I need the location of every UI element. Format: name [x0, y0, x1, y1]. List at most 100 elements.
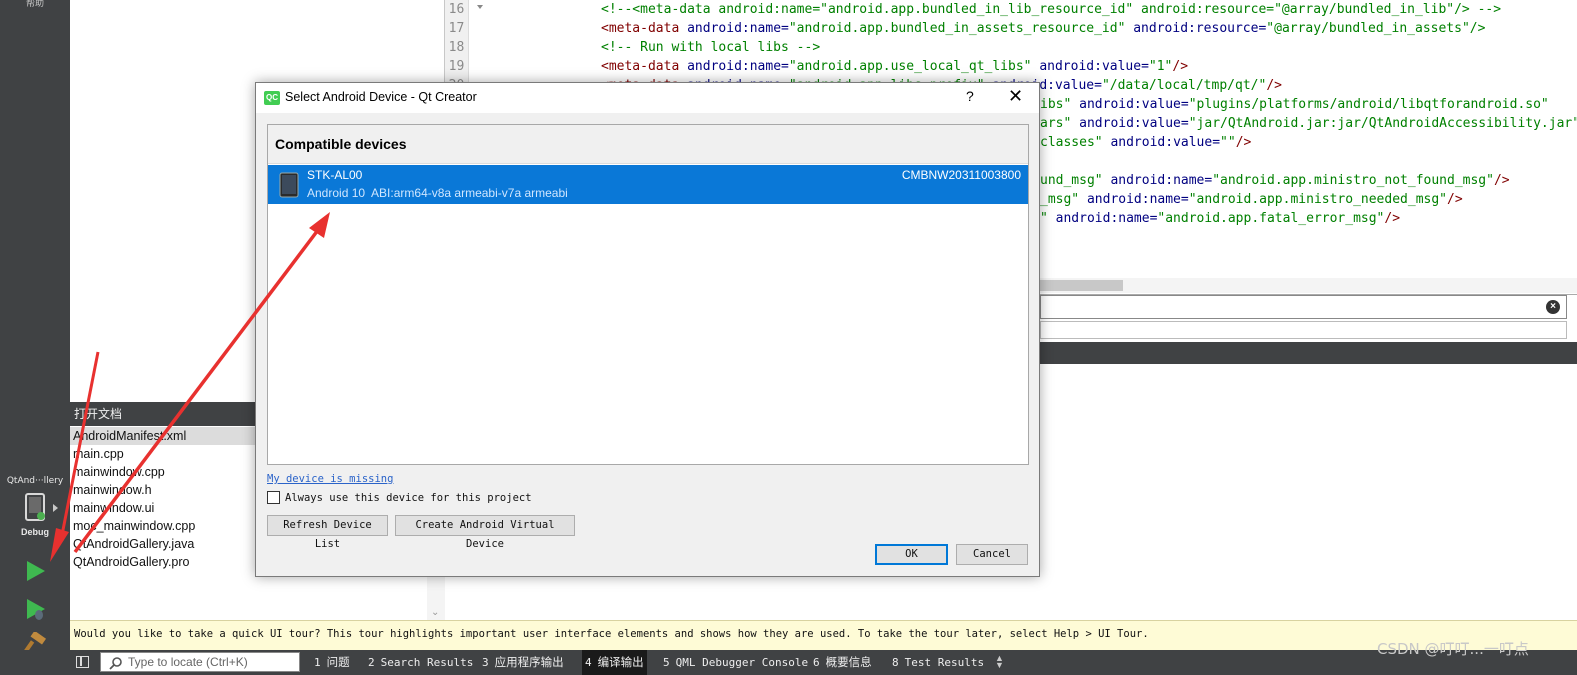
- select-android-device-dialog: QC Select Android Device - Qt Creator ? …: [255, 82, 1040, 577]
- code-token: android:name=: [679, 59, 789, 74]
- output-tabs-scroll-icon[interactable]: ▲ ▼: [995, 654, 1004, 670]
- code-line[interactable]: ars" android:value="jar/QtAndroid.jar:ja…: [1040, 114, 1577, 133]
- device-info: Android 10 ABI:arm64-v8a armeabi-v7a arm…: [307, 186, 568, 200]
- close-icon[interactable]: ✕: [1008, 86, 1023, 106]
- output-tab-number: 4: [585, 656, 592, 669]
- output-tab-number: 5: [663, 656, 670, 669]
- code-token: ibs": [1040, 97, 1072, 112]
- output-tab[interactable]: 3 应用程序输出: [479, 650, 567, 675]
- toggle-sidebar-icon[interactable]: [76, 656, 89, 668]
- compatible-devices-label: Compatible devices: [275, 136, 407, 152]
- build-mode-label: Debug: [21, 527, 49, 537]
- code-token: />: [1384, 211, 1401, 226]
- output-tab-number: 1: [314, 656, 321, 669]
- search-input-row[interactable]: ×: [1040, 295, 1567, 319]
- mode-selector-bar: 帮助 QtAnd···llery Debug: [0, 0, 70, 656]
- code-token: "@array/bundled_in_assets"/>: [1266, 21, 1486, 36]
- code-token: android:name=: [1079, 192, 1189, 207]
- output-pane-toolbar: [1040, 342, 1577, 364]
- ok-button[interactable]: OK: [875, 544, 948, 565]
- open-document-item[interactable]: QtAndroidGallery.java: [70, 535, 255, 553]
- device-serial: CMBNW20311003800: [901, 168, 1021, 182]
- dialog-title-bar[interactable]: QC Select Android Device - Qt Creator ? …: [256, 83, 1039, 113]
- code-token: "/data/local/tmp/qt/": [1101, 78, 1267, 93]
- android-device-icon[interactable]: [25, 493, 45, 521]
- output-tab-label: QML Debugger Console: [675, 656, 809, 669]
- code-token: ": [1040, 211, 1048, 226]
- device-missing-link[interactable]: My device is missing: [267, 473, 393, 485]
- output-tab-label: 编译输出: [597, 657, 644, 669]
- open-document-item[interactable]: moc_mainwindow.cpp: [70, 517, 255, 535]
- refresh-device-list-button[interactable]: Refresh Device List: [267, 515, 388, 550]
- open-document-item[interactable]: mainwindow.h: [70, 481, 255, 499]
- open-document-item[interactable]: mainwindow.cpp: [70, 463, 255, 481]
- code-line[interactable]: ibs" android:value="plugins/platforms/an…: [1040, 95, 1549, 114]
- code-line[interactable]: <!--<meta-data android:name="android.app…: [601, 0, 1501, 19]
- output-tab[interactable]: 8 Test Results: [889, 650, 987, 675]
- code-token: "android.app.use_local_qt_libs": [788, 59, 1032, 74]
- code-token: "plugins/platforms/android/libqtforandro…: [1188, 97, 1549, 112]
- open-document-item[interactable]: mainwindow.ui: [70, 499, 255, 517]
- line-number: 16: [448, 2, 465, 17]
- code-line[interactable]: <meta-data android:name="android.app.bun…: [601, 19, 1485, 38]
- output-tab-label: 问题: [326, 657, 350, 669]
- locator-input[interactable]: [128, 654, 296, 670]
- line-number: 19: [448, 59, 465, 74]
- output-tab[interactable]: 5 QML Debugger Console: [660, 650, 811, 675]
- compatible-devices-list: Compatible devices STK-AL00 CMBNW2031100…: [267, 124, 1029, 465]
- code-line[interactable]: " android:name="android.app.fatal_error_…: [1040, 209, 1400, 228]
- code-line[interactable]: <!-- Run with local libs -->: [601, 38, 820, 57]
- output-tab-number: 8: [892, 656, 899, 669]
- help-icon[interactable]: ?: [966, 88, 974, 104]
- code-line[interactable]: classes" android:value=""/>: [1040, 133, 1251, 152]
- search-icon: [109, 657, 122, 670]
- open-document-item[interactable]: QtAndroidGallery.pro: [70, 553, 255, 571]
- code-token: android:name=: [1102, 173, 1213, 188]
- code-token: "android.app.bundled_in_assets_resource_…: [788, 21, 1126, 36]
- mode-help-label[interactable]: 帮助: [0, 0, 70, 9]
- create-avd-button[interactable]: Create Android Virtual Device: [395, 515, 575, 550]
- ui-tour-info-bar: Would you like to take a quick UI tour? …: [70, 620, 1577, 650]
- search-results-row[interactable]: [1040, 321, 1567, 339]
- code-token: _msg": [1040, 192, 1080, 207]
- locator[interactable]: [100, 652, 300, 672]
- code-token: <meta-data: [601, 21, 680, 36]
- kit-selector-name[interactable]: QtAnd···llery: [0, 476, 70, 486]
- code-token: />: [1447, 192, 1463, 207]
- code-token: "1": [1148, 59, 1173, 74]
- output-tab[interactable]: 4 编译输出: [582, 650, 647, 675]
- output-tab-label: 概要信息: [825, 657, 872, 669]
- fold-marker-icon[interactable]: [477, 5, 483, 9]
- output-tab[interactable]: 6 概要信息: [810, 650, 875, 675]
- always-use-device-label: Always use this device for this project: [285, 492, 532, 504]
- run-button[interactable]: [22, 558, 48, 584]
- output-tab-number: 3: [482, 656, 489, 669]
- code-token: <!-- Run with local libs -->: [601, 40, 821, 55]
- device-name: STK-AL00: [307, 168, 363, 182]
- bug-icon: [35, 610, 43, 620]
- kit-expand-arrow-icon[interactable]: [53, 504, 58, 512]
- cancel-button[interactable]: Cancel: [956, 544, 1028, 565]
- device-item-stk-al00[interactable]: STK-AL00 CMBNW20311003800 Android 10 ABI…: [268, 165, 1028, 204]
- watermark: CSDN @叮叮...一叮点: [1377, 640, 1529, 658]
- code-token: classes": [1040, 135, 1103, 150]
- code-token: android:value=: [1071, 116, 1189, 131]
- code-token: />: [1266, 78, 1282, 93]
- clear-search-icon[interactable]: ×: [1546, 300, 1560, 314]
- code-token: android:value=: [1031, 59, 1149, 74]
- code-line[interactable]: _msg" android:name="android.app.ministro…: [1040, 190, 1463, 209]
- code-line[interactable]: <meta-data android:name="android.app.use…: [601, 57, 1188, 76]
- search-panel: ×: [1040, 294, 1577, 342]
- open-document-item[interactable]: main.cpp: [70, 445, 255, 463]
- output-tab[interactable]: 2 Search Results: [365, 650, 476, 675]
- output-tab[interactable]: 1 问题: [311, 650, 353, 675]
- open-document-item[interactable]: AndroidManifest.xml: [70, 427, 255, 445]
- scroll-down-chevron-icon[interactable]: ⌄: [431, 607, 439, 618]
- code-line[interactable]: und_msg" android:name="android.app.minis…: [1040, 171, 1510, 190]
- code-token: "android.app.ministro_not_found_msg": [1212, 173, 1494, 188]
- always-use-device-checkbox[interactable]: [267, 491, 280, 504]
- line-number: 17: [448, 21, 465, 36]
- open-documents-list: AndroidManifest.xml main.cpp mainwindow.cp…: [70, 427, 255, 571]
- code-token: "jar/QtAndroid.jar:jar/QtAndroidAccessib…: [1188, 116, 1577, 131]
- start-debugging-button[interactable]: [22, 596, 48, 622]
